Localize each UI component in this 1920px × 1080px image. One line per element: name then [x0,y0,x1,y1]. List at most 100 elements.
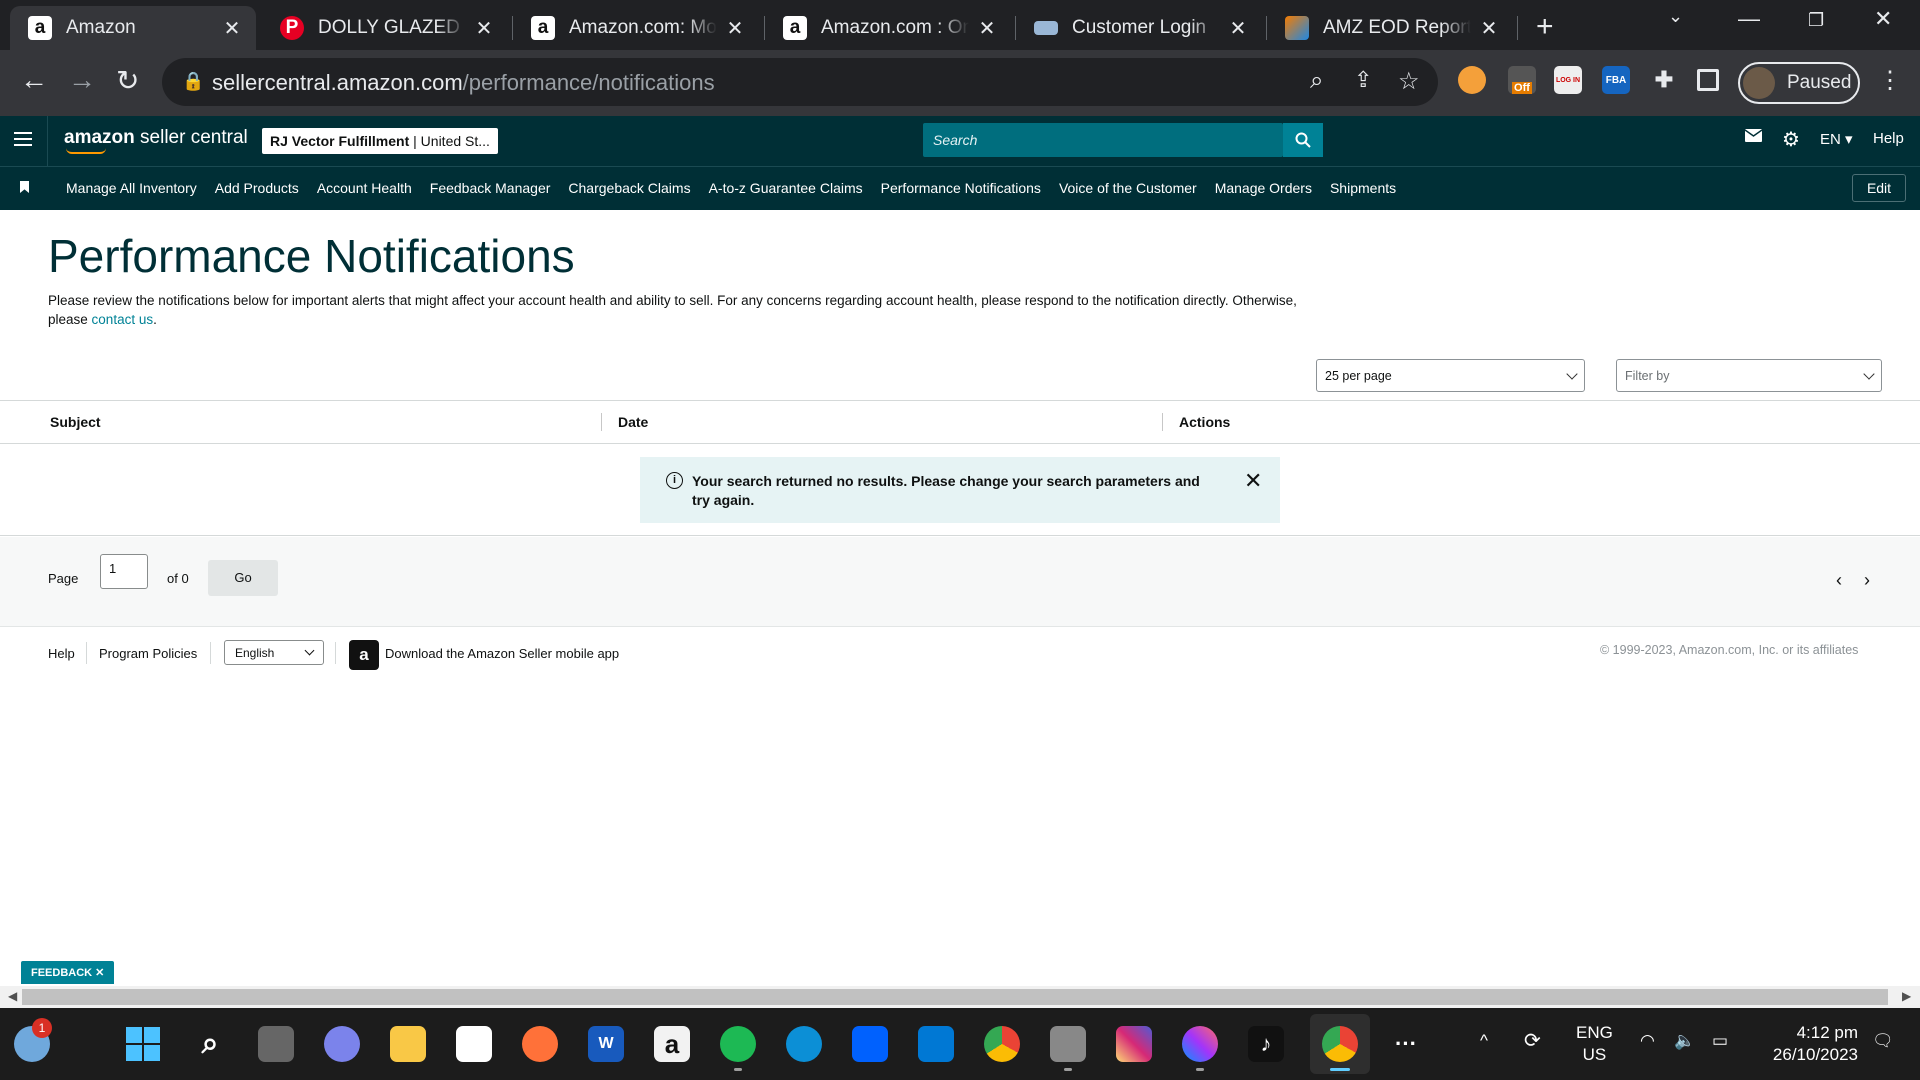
new-tab-icon[interactable]: + [1536,10,1554,44]
file-explorer-icon[interactable] [390,1026,426,1062]
scroll-thumb[interactable] [22,989,1888,1005]
restore-icon[interactable]: ❐ [1808,10,1824,31]
calculator-icon[interactable] [1050,1026,1086,1062]
close-icon[interactable]: ✕ [1228,16,1248,41]
chrome-icon[interactable] [1322,1026,1358,1062]
messenger-icon[interactable] [1182,1026,1218,1062]
per-page-select[interactable]: 25 per page [1316,359,1585,392]
back-icon[interactable]: ← [20,64,48,96]
zoom-icon[interactable]: ⌕ [1310,67,1323,95]
language-selector[interactable]: EN ▾ [1820,130,1853,148]
column-subject[interactable]: Subject [50,414,101,430]
kebab-menu-icon[interactable]: ⋮ [1878,66,1902,95]
minimize-icon[interactable]: — [1738,6,1760,32]
mail-icon[interactable] [1744,129,1763,146]
program-policies-link[interactable]: Program Policies [99,646,197,661]
close-icon[interactable]: ✕ [725,16,745,41]
word-icon[interactable]: W [588,1026,624,1062]
language-select[interactable]: English [224,640,324,665]
download-app-link[interactable]: Download the Amazon Seller mobile app [385,646,619,661]
nav-performance-notifications[interactable]: Performance Notifications [881,180,1041,196]
tab-customer-login[interactable]: Customer Login ✕ [1016,6,1262,50]
task-view-icon[interactable] [258,1026,294,1062]
tab-amz-eod-report[interactable]: AMZ EOD Report ✕ [1267,6,1513,50]
forward-icon[interactable]: → [68,64,96,96]
show-hidden-icons-chevron-icon[interactable]: ^ [1480,1030,1488,1052]
language-indicator[interactable]: ENG US [1576,1022,1613,1066]
address-bar[interactable]: 🔒 sellercentral.amazon.com/performance/n… [162,58,1438,106]
side-panel-icon[interactable] [1697,69,1719,91]
microsoft-store-icon[interactable] [456,1026,492,1062]
nav-chargeback-claims[interactable]: Chargeback Claims [568,180,690,196]
footer-help-link[interactable]: Help [48,646,75,661]
go-button[interactable]: Go [208,560,278,596]
page-number-input[interactable]: 1 [100,554,148,589]
instagram-icon[interactable] [1116,1026,1152,1062]
search-icon[interactable]: ⌕ [192,1026,228,1062]
nav-feedback-manager[interactable]: Feedback Manager [430,180,551,196]
volume-icon[interactable]: 🔈 [1674,1030,1695,1052]
nav-manage-all-inventory[interactable]: Manage All Inventory [66,180,197,196]
settings-gear-icon[interactable]: ⚙ [1782,127,1800,152]
share-icon[interactable]: ⇪ [1354,67,1372,93]
nav-account-health[interactable]: Account Health [317,180,412,196]
window-close-icon[interactable]: ✕ [1874,6,1892,32]
extensions-puzzle-icon[interactable]: ✚ [1650,66,1678,94]
tab-amazon-ont[interactable]: a Amazon.com : Ont ✕ [765,6,1011,50]
close-icon[interactable]: ✕ [474,16,494,41]
extension-fba-icon[interactable]: FBA [1602,66,1630,94]
reload-icon[interactable]: ↻ [116,64,139,97]
seller-central-logo[interactable]: amazon seller central [64,127,248,154]
dropbox-icon[interactable] [852,1026,888,1062]
firefox-icon[interactable] [522,1026,558,1062]
feedback-button[interactable]: FEEDBACK ✕ [21,961,115,984]
extension-off-icon[interactable]: Off [1508,66,1536,94]
close-icon[interactable]: ✕ [222,16,242,41]
nav-a-to-z-claims[interactable]: A-to-z Guarantee Claims [709,180,863,196]
tab-amazon[interactable]: a Amazon ✕ [10,6,256,50]
nav-shipments[interactable]: Shipments [1330,180,1396,196]
next-page-icon[interactable]: › [1864,570,1870,591]
contact-us-link[interactable]: contact us [92,312,154,327]
url-text[interactable]: sellercentral.amazon.com/performance/not… [212,70,715,96]
tab-search-chevron-icon[interactable]: ⌄ [1668,6,1683,27]
more-apps-icon[interactable]: ··· [1388,1026,1424,1062]
account-switcher[interactable]: RJ Vector Fulfillment | United St... [262,128,498,154]
clock[interactable]: 4:12 pm 26/10/2023 [1758,1022,1858,1066]
notepad-icon[interactable] [918,1026,954,1062]
close-icon[interactable]: ✕ [977,16,997,41]
close-icon[interactable]: ✕ [1479,16,1499,41]
prev-page-icon[interactable]: ‹ [1836,570,1842,591]
sync-icon[interactable]: ⟳ [1524,1030,1541,1052]
close-icon[interactable]: ✕ [1244,468,1262,494]
help-link[interactable]: Help [1873,130,1904,147]
hamburger-menu-icon[interactable] [14,132,32,150]
amazon-app-icon[interactable]: a [654,1026,690,1062]
nav-voice-of-customer[interactable]: Voice of the Customer [1059,180,1197,196]
edit-nav-button[interactable]: Edit [1852,174,1906,202]
teams-chat-icon[interactable] [324,1026,360,1062]
windows-start-icon[interactable] [125,1026,161,1062]
column-date[interactable]: Date [618,414,648,430]
notifications-icon[interactable]: 🗨 [1872,1030,1894,1052]
nav-manage-orders[interactable]: Manage Orders [1215,180,1312,196]
extension-orange-icon[interactable] [1458,66,1486,94]
edge-icon[interactable] [786,1026,822,1062]
filter-select[interactable]: Filter by [1616,359,1882,392]
tab-amazon-mon[interactable]: a Amazon.com: Mon ✕ [513,6,759,50]
profile-button[interactable]: Paused [1738,62,1860,104]
battery-icon[interactable]: ▭ [1712,1030,1728,1052]
scroll-right-icon[interactable]: ▶ [1902,989,1911,1003]
extension-login-icon[interactable]: LOG IN [1554,66,1582,94]
wifi-icon[interactable]: ◠ [1640,1030,1655,1052]
chrome-profile-icon[interactable] [984,1026,1020,1062]
search-button[interactable] [1283,123,1323,157]
tab-dolly-glazed[interactable]: P DOLLY GLAZED MI ✕ [262,6,508,50]
nav-add-products[interactable]: Add Products [215,180,299,196]
tiktok-icon[interactable]: ♪ [1248,1026,1284,1062]
bookmark-star-icon[interactable]: ☆ [1398,67,1420,96]
spotify-icon[interactable] [720,1026,756,1062]
scroll-left-icon[interactable]: ◀ [8,989,17,1003]
horizontal-scrollbar[interactable]: ◀ ▶ [0,986,1920,1008]
bookmark-icon[interactable] [20,181,29,193]
